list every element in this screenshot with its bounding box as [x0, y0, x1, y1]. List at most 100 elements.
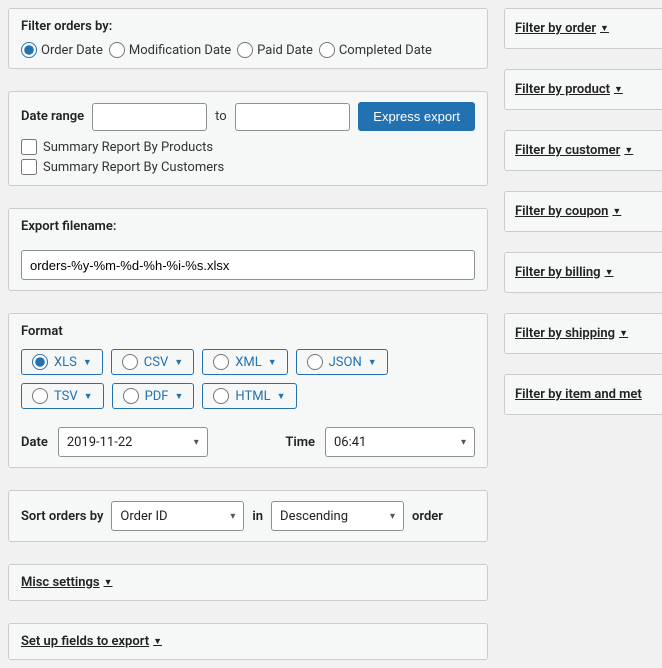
side-filter-3: Filter by coupon ▼ — [504, 191, 662, 232]
side-filter-1: Filter by product▼ — [504, 69, 662, 110]
filter-radio-modification-date[interactable]: Modification Date — [109, 42, 231, 58]
date-value: 2019-11-22 — [67, 435, 133, 450]
format-option-xml[interactable]: XML ▼ — [202, 349, 287, 375]
side-filter-label: Filter by shipping — [515, 326, 615, 341]
triangle-down-icon: ▼ — [268, 357, 277, 368]
filter-radio-label: Paid Date — [257, 43, 313, 58]
filter-radio-paid-date[interactable]: Paid Date — [237, 42, 313, 58]
chevron-down-icon: ▾ — [461, 437, 466, 448]
misc-settings-box: Misc settings ▼ — [8, 564, 488, 601]
sort-in-label: in — [252, 509, 263, 524]
triangle-down-icon: ▼ — [174, 357, 183, 368]
date-label: Date — [21, 435, 48, 450]
side-filter-5: Filter by shipping▼ — [504, 313, 662, 354]
side-filter-label: Filter by item and met — [515, 387, 642, 402]
summary-products-checkbox[interactable] — [21, 139, 37, 155]
triangle-down-icon: ▼ — [277, 391, 286, 402]
filter-radio-completed-date[interactable]: Completed Date — [319, 42, 432, 58]
misc-settings-toggle[interactable]: Misc settings ▼ — [21, 575, 113, 590]
date-select[interactable]: 2019-11-22 ▾ — [58, 427, 208, 457]
side-filter-0: Filter by order▼ — [504, 8, 662, 49]
export-filename-label: Export filename: — [21, 219, 475, 234]
sort-field-select[interactable]: Order ID ▾ — [111, 501, 244, 531]
filter-radio-label: Modification Date — [129, 43, 231, 58]
format-radio-input[interactable] — [307, 354, 323, 370]
format-radio-input[interactable] — [122, 354, 138, 370]
filter-orders-radios: Order Date Modification Date Paid Date Comp… — [21, 42, 475, 58]
chevron-down-icon: ▾ — [194, 437, 199, 448]
side-filter-toggle[interactable]: Filter by item and met — [515, 387, 642, 402]
triangle-down-icon: ▼ — [83, 357, 92, 368]
time-value: 06:41 — [334, 435, 366, 450]
filter-radio-input[interactable] — [319, 42, 335, 58]
format-option-label: HTML — [235, 389, 270, 404]
filter-radio-order-date[interactable]: Order Date — [21, 42, 103, 58]
format-radio-input[interactable] — [213, 388, 229, 404]
format-option-tsv[interactable]: TSV▼ — [21, 383, 104, 409]
sort-box: Sort orders by Order ID ▾ in Descending … — [8, 490, 488, 542]
sort-label: Sort orders by — [21, 509, 103, 524]
summary-customers-row[interactable]: Summary Report By Customers — [21, 159, 475, 175]
chevron-down-icon: ▾ — [230, 511, 235, 522]
side-filter-label: Filter by coupon — [515, 204, 608, 219]
format-radio-input[interactable] — [32, 354, 48, 370]
filter-radio-input[interactable] — [237, 42, 253, 58]
setup-fields-toggle[interactable]: Set up fields to export ▼ — [21, 634, 162, 649]
format-option-json[interactable]: JSON ▼ — [296, 349, 388, 375]
side-filter-toggle[interactable]: Filter by order▼ — [515, 21, 609, 36]
triangle-down-icon: ▼ — [624, 145, 633, 156]
triangle-down-icon: ▼ — [605, 267, 614, 278]
setup-fields-box: Set up fields to export ▼ — [8, 623, 488, 660]
triangle-down-icon: ▼ — [104, 577, 113, 588]
date-to-input[interactable] — [235, 103, 350, 131]
sort-order-label: order — [412, 509, 443, 524]
summary-products-row[interactable]: Summary Report By Products — [21, 139, 475, 155]
format-option-label: XML — [235, 355, 262, 370]
express-export-button[interactable]: Express export — [358, 102, 475, 131]
format-radio-input[interactable] — [32, 388, 48, 404]
time-select[interactable]: 06:41 ▾ — [325, 427, 475, 457]
summary-products-label: Summary Report By Products — [43, 140, 213, 155]
format-radio-input[interactable] — [213, 354, 229, 370]
date-from-input[interactable] — [92, 103, 207, 131]
format-option-pdf[interactable]: PDF ▼ — [112, 383, 195, 409]
summary-customers-checkbox[interactable] — [21, 159, 37, 175]
format-option-xls[interactable]: XLS▼ — [21, 349, 103, 375]
triangle-down-icon: ▼ — [175, 391, 184, 402]
format-option-label: JSON — [329, 355, 362, 370]
side-filter-toggle[interactable]: Filter by coupon ▼ — [515, 204, 621, 219]
export-filename-input[interactable] — [21, 250, 475, 280]
format-option-html[interactable]: HTML ▼ — [202, 383, 296, 409]
triangle-down-icon: ▼ — [368, 357, 377, 368]
filter-radio-label: Order Date — [41, 43, 103, 58]
sort-field-value: Order ID — [120, 509, 167, 524]
triangle-down-icon: ▼ — [614, 84, 623, 95]
filter-radio-input[interactable] — [109, 42, 125, 58]
triangle-down-icon: ▼ — [612, 206, 621, 217]
side-filter-4: Filter by billing ▼ — [504, 252, 662, 293]
chevron-down-icon: ▾ — [390, 511, 395, 522]
summary-customers-label: Summary Report By Customers — [43, 160, 224, 175]
side-filter-label: Filter by customer — [515, 143, 620, 158]
format-label: Format — [21, 324, 475, 339]
side-filter-label: Filter by billing — [515, 265, 601, 280]
sort-direction-select[interactable]: Descending ▾ — [271, 501, 404, 531]
filter-orders-heading: Filter orders by: — [21, 19, 475, 34]
triangle-down-icon: ▼ — [84, 391, 93, 402]
side-filter-toggle[interactable]: Filter by customer ▼ — [515, 143, 633, 158]
format-radio-input[interactable] — [123, 388, 139, 404]
side-filter-toggle[interactable]: Filter by billing ▼ — [515, 265, 614, 280]
format-options: XLS▼CSV▼XML▼JSON▼TSV▼PDF▼HTML▼ — [21, 349, 475, 409]
side-filter-6: Filter by item and met — [504, 374, 662, 415]
side-filter-toggle[interactable]: Filter by shipping▼ — [515, 326, 628, 341]
triangle-down-icon: ▼ — [600, 23, 609, 34]
filter-radio-input[interactable] — [21, 42, 37, 58]
time-label: Time — [285, 435, 315, 450]
filter-radio-label: Completed Date — [339, 43, 432, 58]
format-option-csv[interactable]: CSV ▼ — [111, 349, 194, 375]
format-option-label: PDF — [145, 389, 169, 404]
side-filter-toggle[interactable]: Filter by product▼ — [515, 82, 623, 97]
misc-settings-label: Misc settings — [21, 575, 100, 590]
format-option-label: CSV — [144, 355, 168, 370]
triangle-down-icon: ▼ — [153, 636, 162, 647]
